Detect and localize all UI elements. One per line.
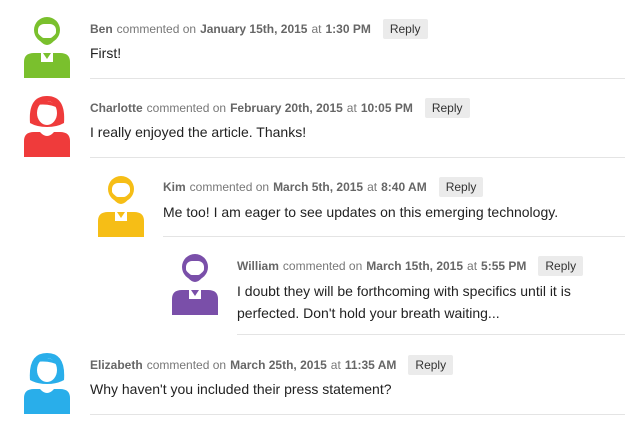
comment-divider [163,236,625,237]
reply-button[interactable]: Reply [538,256,584,276]
comment-meta: Charlotte commented on February 20th, 20… [90,97,470,119]
comment-time: 11:35 AM [344,358,397,372]
comment-charlotte: Charlotte commented on February 20th, 20… [0,80,640,160]
comment-text: Me too! I am eager to see updates on thi… [163,201,558,223]
comment-divider [90,78,625,79]
comment-william: William commented on March 15th, 2015 at… [0,240,640,340]
reply-button[interactable]: Reply [382,19,428,39]
male-avatar-icon [172,254,218,315]
comment-text: I doubt they will be forthcoming with sp… [237,280,571,324]
reply-button[interactable]: Reply [424,98,470,118]
comment-text: I really enjoyed the article. Thanks! [90,121,306,143]
at-text: at [367,180,378,194]
comment-divider [237,334,625,335]
comment-date: March 5th, 2015 [273,180,364,194]
comment-elizabeth: Elizabeth commented on March 25th, 2015 … [0,340,640,430]
comment-author: Elizabeth [90,358,143,372]
comment-date: January 15th, 2015 [200,22,308,36]
comment-divider [90,157,625,158]
commented-on-text: commented on [116,22,197,36]
at-text: at [467,259,478,273]
comment-meta: Kim commented on March 5th, 2015 at 8:40… [163,176,484,198]
male-avatar-icon [98,176,144,237]
comment-time: 5:55 PM [481,259,527,273]
comment-line: I doubt they will be forthcoming with sp… [237,283,571,299]
comment-time: 1:30 PM [325,22,371,36]
comment-line: perfected. Don't hold your breath waitin… [237,305,500,321]
commented-on-text: commented on [282,259,363,273]
commented-on-text: commented on [146,358,227,372]
reply-button[interactable]: Reply [438,177,484,197]
comment-text: Why haven't you included their press sta… [90,378,392,400]
comment-line: I really enjoyed the article. Thanks! [90,124,307,140]
commented-on-text: commented on [189,180,270,194]
at-text: at [346,101,357,115]
comment-thread: Ben commented on January 15th, 2015 at 1… [0,0,640,430]
comment-author: Charlotte [90,101,143,115]
female-avatar-icon [24,353,70,414]
female-avatar-icon [24,96,70,157]
comment-line: First! [90,45,122,61]
comment-time: 8:40 AM [381,180,427,194]
comment-divider [90,414,625,415]
comment-meta: Elizabeth commented on March 25th, 2015 … [90,354,454,376]
comment-author: Kim [163,180,186,194]
comment-author: William [237,259,279,273]
comment-date: March 15th, 2015 [366,259,464,273]
comment-line: Why haven't you included their press sta… [90,381,392,397]
comment-ben: Ben commented on January 15th, 2015 at 1… [0,0,640,80]
male-avatar-icon [24,17,70,78]
at-text: at [311,22,322,36]
commented-on-text: commented on [146,101,227,115]
comment-meta: Ben commented on January 15th, 2015 at 1… [90,18,428,40]
comment-meta: William commented on March 15th, 2015 at… [237,255,584,277]
comment-author: Ben [90,22,113,36]
comment-text: First! [90,42,121,64]
comment-time: 10:05 PM [360,101,413,115]
comment-line: Me too! I am eager to see updates on thi… [163,204,559,220]
at-text: at [330,358,341,372]
comment-date: February 20th, 2015 [230,101,343,115]
comment-date: March 25th, 2015 [230,358,327,372]
reply-button[interactable]: Reply [408,355,454,375]
comment-kim: Kim commented on March 5th, 2015 at 8:40… [0,160,640,240]
